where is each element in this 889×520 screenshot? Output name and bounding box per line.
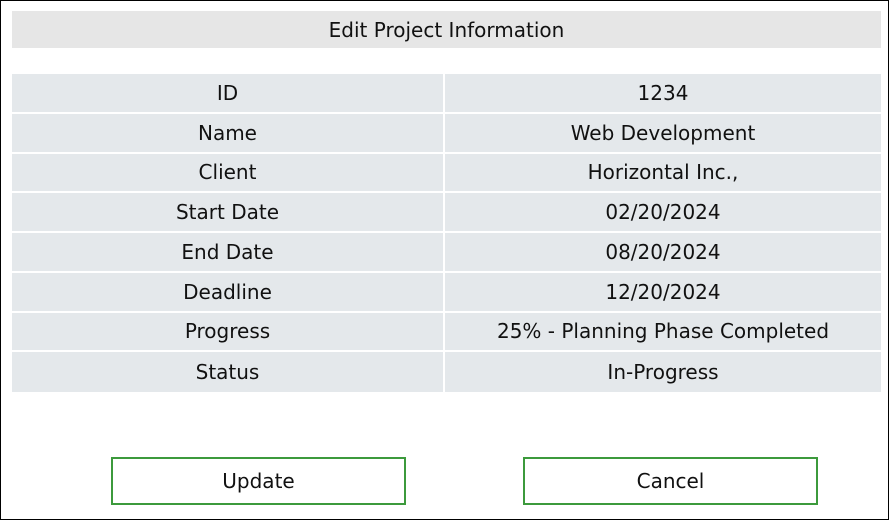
field-label-client: Client bbox=[12, 153, 445, 194]
field-value-client[interactable]: Horizontal Inc., bbox=[445, 153, 881, 194]
field-value-start-date[interactable]: 02/20/2024 bbox=[445, 193, 881, 233]
field-label-id: ID bbox=[12, 74, 445, 114]
update-button[interactable]: Update bbox=[111, 457, 406, 505]
edit-project-dialog: Edit Project Information ID 1234 Name We… bbox=[0, 0, 889, 520]
field-label-name: Name bbox=[12, 113, 445, 154]
field-label-start-date: Start Date bbox=[12, 193, 445, 233]
field-label-progress: Progress bbox=[12, 312, 445, 353]
dialog-title: Edit Project Information bbox=[12, 11, 881, 48]
field-value-progress[interactable]: 25% - Planning Phase Completed bbox=[445, 312, 881, 353]
project-info-table: ID 1234 Name Web Development Client Hori… bbox=[12, 74, 881, 392]
cancel-button[interactable]: Cancel bbox=[523, 457, 818, 505]
field-label-end-date: End Date bbox=[12, 233, 445, 273]
field-value-name[interactable]: Web Development bbox=[445, 113, 881, 154]
field-label-status: Status bbox=[12, 352, 445, 392]
field-value-status[interactable]: In-Progress bbox=[445, 352, 881, 392]
field-value-id[interactable]: 1234 bbox=[445, 74, 881, 114]
field-label-deadline: Deadline bbox=[12, 272, 445, 313]
field-value-deadline[interactable]: 12/20/2024 bbox=[445, 272, 881, 313]
field-value-end-date[interactable]: 08/20/2024 bbox=[445, 233, 881, 273]
